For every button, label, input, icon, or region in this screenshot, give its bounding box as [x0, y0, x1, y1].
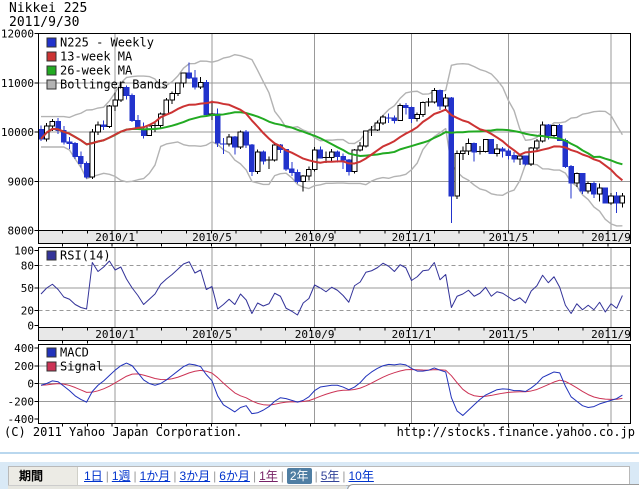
svg-text:2010/5: 2010/5: [192, 231, 232, 244]
legend-swatch: [47, 348, 56, 357]
separator: |: [342, 469, 345, 483]
legend-label: MACD: [60, 346, 89, 360]
period-1mo[interactable]: 1か月: [140, 469, 171, 483]
separator: |: [106, 469, 109, 483]
main-price-pane: 2010/1 2010/5 2010/9 2011/1 2011/5 2011/9 8000…: [1, 28, 631, 247]
separator: |: [134, 469, 137, 483]
divider-rule: [0, 452, 639, 454]
svg-text:9000: 9000: [8, 175, 35, 188]
svg-text:0: 0: [27, 320, 34, 333]
period-5y[interactable]: 5年: [321, 469, 340, 483]
svg-text:2011/9: 2011/9: [591, 231, 631, 244]
copyright-text: (C) 2011 Yahoo Japan Corporation.: [4, 425, 242, 439]
legend-label: Bollinger Bands: [60, 78, 168, 92]
svg-text:2010/9: 2010/9: [295, 328, 335, 341]
rsi-pane: 2010/1 2010/5 2010/9 2011/1 2011/5 2011/9 0 20 5…: [14, 245, 631, 344]
partial-popup-corner: [347, 484, 639, 489]
svg-text:2010/9: 2010/9: [295, 231, 335, 244]
period-2y[interactable]: 2年: [287, 468, 312, 484]
period-6mo[interactable]: 6か月: [219, 469, 250, 483]
svg-text:8000: 8000: [8, 225, 35, 238]
svg-text:400: 400: [14, 342, 34, 355]
svg-text:2011/9: 2011/9: [591, 328, 631, 341]
separator: |: [173, 469, 176, 483]
legend-label: 26-week MA: [60, 64, 133, 78]
legend-swatch: [47, 80, 56, 89]
macd-pane: -400-2000200400MACDSignal: [8, 342, 631, 427]
period-3mo[interactable]: 3か月: [179, 469, 210, 483]
legend-swatch: [47, 66, 56, 75]
svg-text:100: 100: [14, 245, 34, 258]
svg-text:20: 20: [21, 305, 34, 318]
period-10y[interactable]: 10年: [349, 469, 374, 483]
site-url: http://stocks.finance.yahoo.co.jp: [397, 425, 635, 439]
legend-swatch: [47, 251, 56, 260]
svg-text:10000: 10000: [1, 126, 34, 139]
svg-text:2010/1: 2010/1: [95, 231, 135, 244]
svg-text:11000: 11000: [1, 77, 34, 90]
svg-text:2011/1: 2011/1: [392, 231, 432, 244]
period-links: 1日|1週|1か月|3か月|6か月|1年|2年|5年|10年: [78, 467, 629, 485]
separator: |: [213, 469, 216, 483]
period-label: 期間: [9, 467, 78, 485]
macd-line: [41, 363, 622, 415]
svg-text:200: 200: [14, 360, 34, 373]
nikkei-225-chart: 2010/12010/52010/92011/12011/52011/98000…: [0, 0, 639, 427]
separator: |: [253, 469, 256, 483]
legend-label: Signal: [60, 360, 103, 374]
signal-line: [41, 369, 622, 405]
period-panel: 期間 1日|1週|1か月|3か月|6か月|1年|2年|5年|10年: [0, 462, 639, 489]
period-box: 期間 1日|1週|1か月|3か月|6か月|1年|2年|5年|10年: [8, 466, 630, 486]
svg-text:80: 80: [21, 260, 34, 273]
svg-text:2010/5: 2010/5: [192, 328, 232, 341]
period-1d[interactable]: 1日: [84, 469, 103, 483]
period-1w[interactable]: 1週: [112, 469, 131, 483]
stock-chart-page: Nikkei 225 2011/9/30 2010/12010/52010/92…: [0, 0, 639, 489]
legend-swatch: [47, 52, 56, 61]
svg-text:2011/5: 2011/5: [489, 231, 529, 244]
svg-text:50: 50: [21, 282, 34, 295]
legend-swatch: [47, 362, 56, 371]
legend-label: 13-week MA: [60, 50, 133, 64]
svg-text:-200: -200: [8, 395, 35, 408]
svg-text:0: 0: [27, 378, 34, 391]
separator: |: [281, 469, 284, 483]
legend-swatch: [47, 38, 56, 47]
legend-label: RSI(14): [60, 249, 111, 263]
svg-text:2010/1: 2010/1: [95, 328, 135, 341]
period-1y[interactable]: 1年: [259, 469, 278, 483]
svg-text:12000: 12000: [1, 28, 34, 41]
partial-row-below: [8, 485, 346, 489]
svg-text:2011/5: 2011/5: [489, 328, 529, 341]
svg-text:2011/1: 2011/1: [392, 328, 432, 341]
separator: |: [315, 469, 318, 483]
legend-label: N225 - Weekly: [60, 36, 154, 50]
